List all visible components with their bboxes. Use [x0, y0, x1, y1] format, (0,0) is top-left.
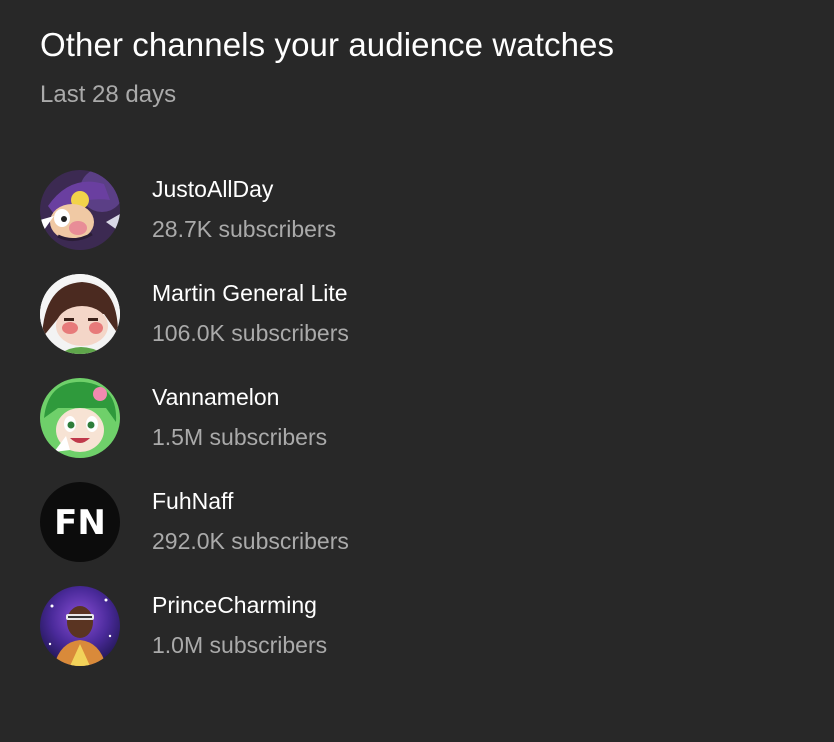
channel-item-vannamelon[interactable]: Vannamelon 1.5M subscribers [40, 378, 780, 458]
subscriber-count: 28.7K subscribers [152, 216, 337, 242]
channel-item-justoallday[interactable]: JustoAllDay 28.7K subscribers [40, 170, 780, 250]
channel-avatar-icon[interactable] [40, 586, 120, 666]
audience-channels-card: Other channels your audience watches Las… [0, 0, 834, 742]
subscriber-count: 1.5M subscribers [152, 424, 328, 450]
subscriber-count: 292.0K subscribers [152, 528, 349, 554]
channel-item-princecharming[interactable]: PrinceCharming 1.0M subscribers [40, 586, 780, 666]
fn-logo-text: FN [54, 503, 106, 543]
channel-avatar-icon[interactable] [40, 274, 120, 354]
subscriber-count: 1.0M subscribers [152, 632, 328, 658]
channel-item-fuhnaff[interactable]: FN FuhNaff 292.0K subscribers [40, 482, 780, 562]
channel-avatar-icon[interactable] [40, 170, 120, 250]
channel-name[interactable]: Martin General Lite [152, 280, 348, 307]
subscriber-count: 106.0K subscribers [152, 320, 349, 346]
channel-name[interactable]: PrinceCharming [152, 592, 317, 619]
card-title: Other channels your audience watches [40, 26, 615, 63]
channel-avatar-icon[interactable]: FN [40, 482, 120, 562]
channel-avatar-icon[interactable] [40, 378, 120, 458]
channel-name[interactable]: JustoAllDay [152, 176, 273, 203]
date-range-label: Last 28 days [40, 81, 177, 108]
channel-name[interactable]: Vannamelon [152, 384, 279, 411]
channel-item-martin-general-lite[interactable]: Martin General Lite 106.0K subscribers [40, 274, 780, 354]
channel-name[interactable]: FuhNaff [152, 488, 233, 515]
